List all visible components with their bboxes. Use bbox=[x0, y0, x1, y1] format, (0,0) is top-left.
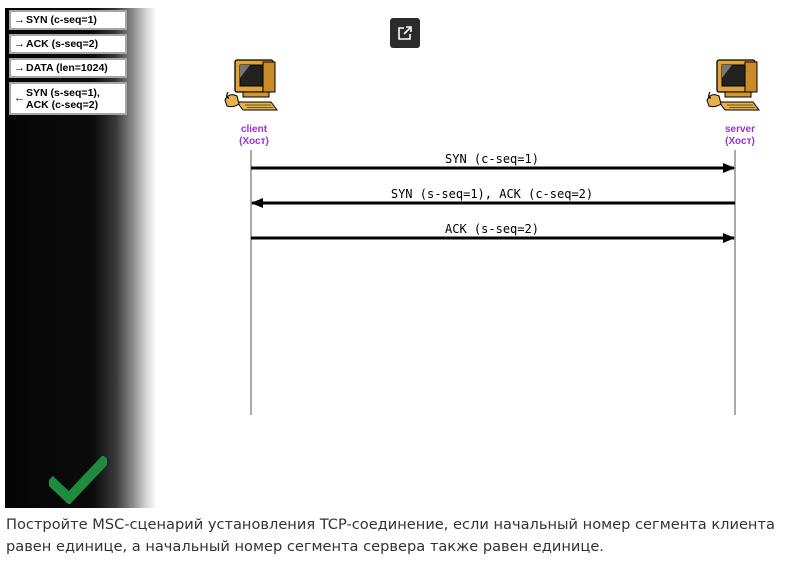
client-computer-icon bbox=[224, 59, 278, 111]
task-description: Постройте MSC-сценарий установления TCP-… bbox=[6, 516, 775, 555]
message-label: SYN (c-seq=1) bbox=[445, 152, 539, 166]
message-label: ACK (s-seq=2) bbox=[445, 222, 539, 236]
message-label: SYN (s-seq=1), ACK (c-seq=2) bbox=[391, 187, 593, 201]
entity-name-server: server bbox=[725, 124, 755, 135]
entity-type-client: (Хост) bbox=[239, 136, 269, 147]
entity-name-client: client bbox=[241, 124, 268, 135]
server-computer-icon bbox=[706, 59, 760, 111]
msc-diagram: client (Хост) server (Хост) SYN (c-seq=1… bbox=[224, 59, 760, 415]
entity-type-server: (Хост) bbox=[725, 136, 755, 147]
